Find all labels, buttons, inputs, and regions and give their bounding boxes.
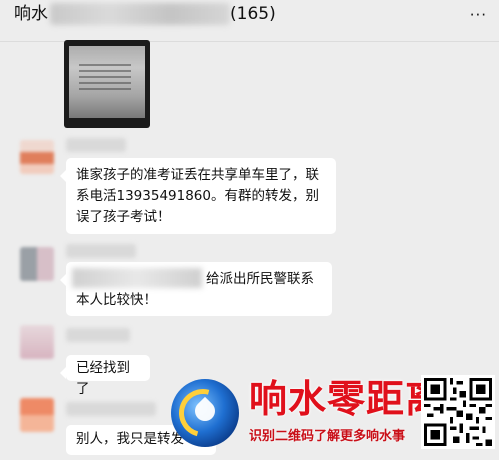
avatar[interactable]	[20, 325, 54, 359]
water-drop-logo-icon	[170, 379, 239, 447]
avatar[interactable]	[20, 140, 54, 174]
watermark: 响水零距离 识别二维码了解更多响水事	[165, 375, 499, 460]
nickname-redacted	[66, 244, 136, 258]
chat-title-redacted	[50, 3, 230, 25]
message-bubble[interactable]: 已经找到了	[60, 355, 150, 397]
avatar[interactable]	[20, 398, 54, 432]
message-bubble[interactable]: 给派出所民警联系 本人比较快！	[60, 262, 332, 316]
nickname-redacted	[66, 328, 130, 342]
redacted-text	[72, 268, 202, 288]
image-message[interactable]	[64, 40, 150, 128]
watermark-title: 响水零距离	[249, 376, 445, 421]
message-bubble[interactable]: 谁家孩子的准考证丢在共享单车里了，联系电活13935491860。有群的转发，别…	[60, 158, 336, 234]
more-options-button[interactable]: ···	[470, 6, 487, 24]
chat-title: 响水	[14, 4, 48, 24]
avatar[interactable]	[20, 247, 54, 281]
chat-header: 响水 (165) ···	[0, 0, 499, 42]
member-count: (165)	[230, 4, 276, 24]
admission-ticket-photo	[69, 46, 145, 118]
nickname-redacted	[66, 138, 126, 152]
qr-code-icon	[421, 375, 495, 449]
message-line: 给派出所民警联系	[206, 271, 314, 287]
nickname-redacted	[66, 402, 156, 416]
watermark-subtitle: 识别二维码了解更多响水事	[249, 429, 406, 444]
message-line: 本人比较快！	[76, 292, 157, 308]
